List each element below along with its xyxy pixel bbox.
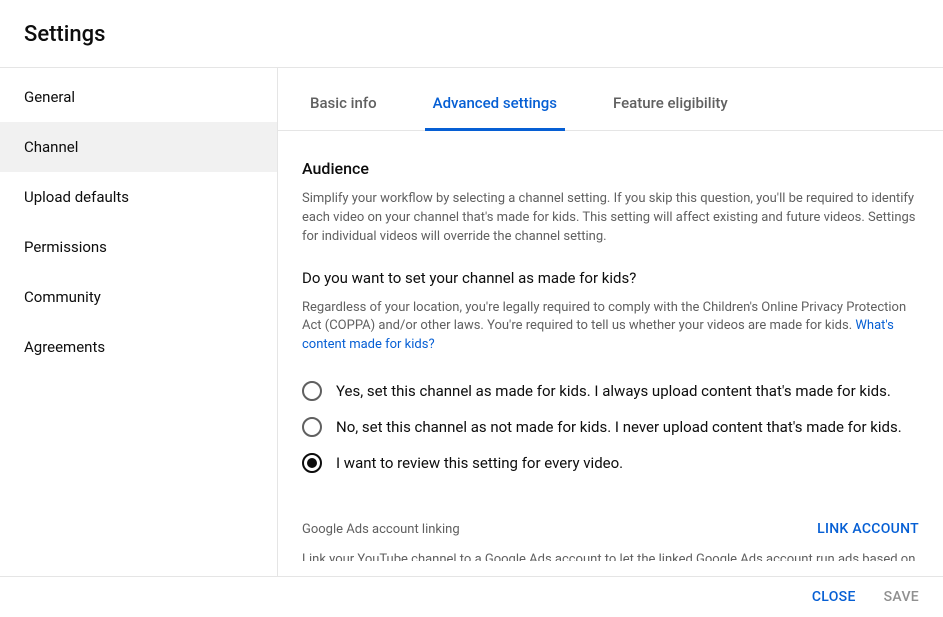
sidebar-item-general[interactable]: General	[0, 72, 277, 122]
radio-icon	[302, 453, 322, 473]
radio-label: No, set this channel as not made for kid…	[336, 418, 902, 436]
ads-header-row: Google Ads account linking LINK ACCOUNT	[302, 521, 919, 537]
tab-basic-info[interactable]: Basic info	[302, 68, 385, 130]
radio-option-no[interactable]: No, set this channel as not made for kid…	[302, 409, 919, 445]
audience-title: Audience	[302, 159, 919, 178]
sidebar-item-channel[interactable]: Channel	[0, 122, 277, 172]
sidebar: General Channel Upload defaults Permissi…	[0, 68, 278, 578]
sidebar-item-agreements[interactable]: Agreements	[0, 322, 277, 372]
audience-description: Simplify your workflow by selecting a ch…	[302, 190, 919, 247]
dialog-footer: CLOSE SAVE	[0, 576, 943, 617]
audience-radio-group: Yes, set this channel as made for kids. …	[302, 373, 919, 481]
radio-icon	[302, 381, 322, 401]
main-panel: Basic info Advanced settings Feature eli…	[278, 68, 943, 578]
settings-header: Settings	[0, 0, 943, 68]
sidebar-item-permissions[interactable]: Permissions	[0, 222, 277, 272]
audience-question-description: Regardless of your location, you're lega…	[302, 299, 919, 356]
audience-question: Do you want to set your channel as made …	[302, 269, 919, 287]
radio-label: I want to review this setting for every …	[336, 454, 623, 472]
tab-bar: Basic info Advanced settings Feature eli…	[278, 68, 943, 131]
ads-section-title: Google Ads account linking	[302, 522, 460, 537]
sidebar-item-upload-defaults[interactable]: Upload defaults	[0, 172, 277, 222]
audience-question-text: Regardless of your location, you're lega…	[302, 300, 906, 334]
page-title: Settings	[24, 22, 919, 47]
radio-option-review[interactable]: I want to review this setting for every …	[302, 445, 919, 481]
link-account-button[interactable]: LINK ACCOUNT	[817, 521, 919, 537]
tab-advanced-settings[interactable]: Advanced settings	[425, 68, 565, 130]
save-button[interactable]: SAVE	[884, 589, 919, 605]
close-button[interactable]: CLOSE	[812, 589, 856, 605]
tab-feature-eligibility[interactable]: Feature eligibility	[605, 68, 736, 130]
tab-panel: Audience Simplify your workflow by selec…	[278, 131, 943, 561]
ads-description-text: Link your YouTube channel to a Google Ad…	[302, 552, 915, 561]
radio-icon	[302, 417, 322, 437]
radio-label: Yes, set this channel as made for kids. …	[336, 382, 891, 400]
sidebar-item-community[interactable]: Community	[0, 272, 277, 322]
content-area: General Channel Upload defaults Permissi…	[0, 68, 943, 578]
radio-option-yes[interactable]: Yes, set this channel as made for kids. …	[302, 373, 919, 409]
ads-description: Link your YouTube channel to a Google Ad…	[302, 551, 919, 561]
